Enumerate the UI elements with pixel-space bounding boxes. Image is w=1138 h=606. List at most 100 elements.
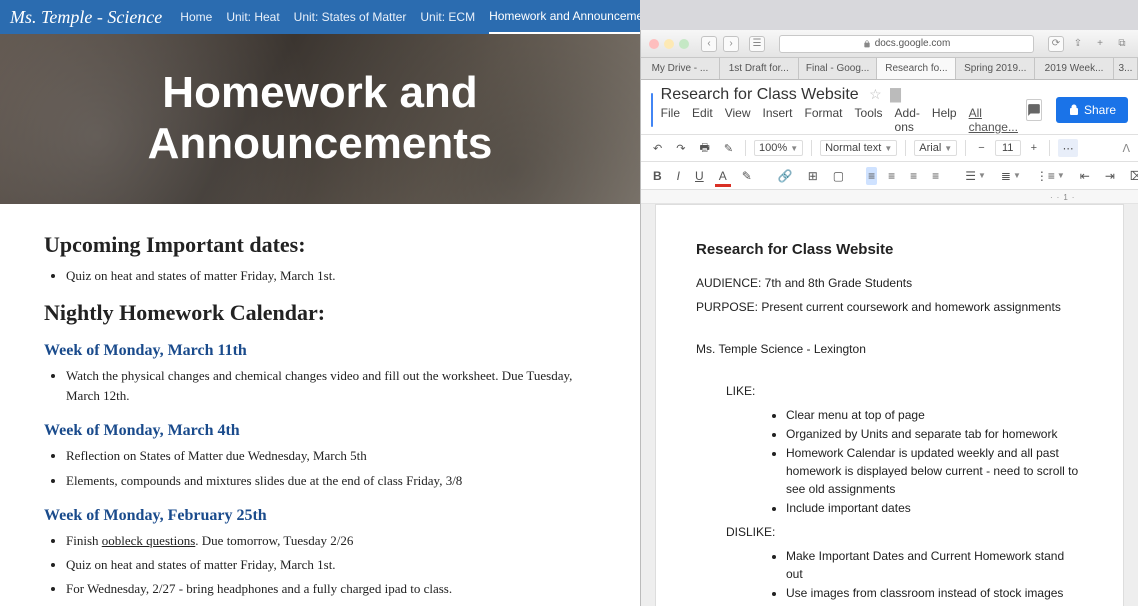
browser-tab[interactable]: My Drive - ... — [641, 58, 720, 79]
style-select[interactable]: Normal text▼ — [820, 140, 897, 156]
week-heading: Week of Monday, February 25th — [44, 507, 596, 525]
numbered-list-button[interactable]: ≣▼ — [997, 167, 1025, 185]
menu-edit[interactable]: Edit — [692, 106, 713, 134]
upcoming-heading: Upcoming Important dates: — [44, 232, 596, 258]
underline-button[interactable]: U — [691, 167, 708, 185]
nav-links: Home Unit: Heat Unit: States of Matter U… — [180, 0, 640, 35]
list-item: Elements, compounds and mixtures slides … — [66, 471, 596, 491]
new-tab-button[interactable]: + — [1092, 36, 1108, 52]
browser-tab[interactable]: 2019 Week... — [1035, 58, 1114, 79]
hero-title: Homework and Announcements — [0, 68, 640, 169]
forward-button[interactable]: › — [723, 36, 739, 52]
redo-button[interactable]: ↷ — [672, 140, 689, 157]
folder-icon[interactable]: ▇ — [890, 86, 901, 102]
page-canvas: Research for Class Website AUDIENCE: 7th… — [641, 204, 1138, 606]
nav-home[interactable]: Home — [180, 1, 212, 33]
align-center-button[interactable]: ≡ — [884, 167, 899, 185]
image-button[interactable]: ▢ — [829, 167, 848, 185]
print-button[interactable]: 🖶 — [695, 137, 713, 160]
doc-text: LIKE: — [726, 382, 1083, 400]
align-left-button[interactable]: ≡ — [866, 167, 877, 185]
document-page[interactable]: Research for Class Website AUDIENCE: 7th… — [655, 204, 1124, 606]
doc-list: Clear menu at top of page Organized by U… — [786, 406, 1083, 517]
browser-chrome: ‹ › ☰ docs.google.com ⟳ ⇪ + ⧉ — [641, 30, 1138, 58]
maximize-icon[interactable] — [679, 39, 689, 49]
doc-title[interactable]: Research for Class Website — [661, 86, 859, 103]
browser-tab[interactable]: Final - Goog... — [799, 58, 878, 79]
sidebar-button[interactable]: ☰ — [749, 36, 765, 52]
clear-format-button[interactable]: ⌧ — [1126, 167, 1138, 185]
indent-decrease-button[interactable]: ⇤ — [1076, 167, 1094, 185]
doc-heading: Research for Class Website — [696, 239, 1083, 262]
browser-tab[interactable]: 3... — [1114, 58, 1138, 79]
reload-button[interactable]: ⟳ — [1048, 36, 1064, 52]
list-item: Make Important Dates and Current Homewor… — [786, 547, 1083, 583]
size-increase[interactable]: + — [1027, 140, 1041, 156]
list-item: Use images from classroom instead of sto… — [786, 584, 1083, 602]
browser-window: ‹ › ☰ docs.google.com ⟳ ⇪ + ⧉ My Drive -… — [640, 30, 1138, 606]
browser-tab[interactable]: Spring 2019... — [956, 58, 1035, 79]
ruler-marks: ··1· — [1050, 190, 1120, 204]
star-icon[interactable]: ☆ — [869, 86, 882, 102]
list-item: Organized by Units and separate tab for … — [786, 425, 1083, 443]
menu-file[interactable]: File — [661, 106, 680, 134]
indent-increase-button[interactable]: ⇥ — [1101, 167, 1119, 185]
menu-format[interactable]: Format — [805, 106, 843, 134]
menu-help[interactable]: Help — [932, 106, 957, 134]
back-button[interactable]: ‹ — [701, 36, 717, 52]
size-decrease[interactable]: − — [974, 140, 988, 156]
highlight-button[interactable]: ✎ — [738, 167, 756, 185]
docs-menubar: File Edit View Insert Format Tools Add-o… — [661, 106, 1018, 134]
menu-addons[interactable]: Add-ons — [895, 106, 920, 134]
undo-button[interactable]: ↶ — [649, 140, 666, 157]
list-item: Watch the physical changes and chemical … — [66, 366, 596, 406]
comments-icon[interactable] — [1026, 99, 1042, 121]
docs-toolbar-1: ↶ ↷ 🖶 ✎ 100%▼ Normal text▼ Arial▼ − 11 +… — [641, 134, 1138, 162]
week-heading: Week of Monday, March 4th — [44, 422, 596, 440]
site-title[interactable]: Ms. Temple - Science — [10, 7, 162, 28]
line-spacing-button[interactable]: ☰▼ — [961, 167, 990, 185]
doc-text: PURPOSE: Present current coursework and … — [696, 298, 1083, 316]
text-color-button[interactable]: A — [715, 167, 731, 185]
italic-button[interactable]: I — [673, 167, 684, 185]
list-item: Quiz on heat and states of matter Friday… — [66, 555, 596, 575]
revision-link[interactable]: All change... — [969, 106, 1018, 134]
calendar-heading: Nightly Homework Calendar: — [44, 300, 596, 326]
lock-icon — [863, 40, 871, 48]
address-bar[interactable]: docs.google.com — [779, 35, 1034, 53]
docs-toolbar-2: B I U A ✎ 🔗 ⊞ ▢ ≡ ≡ ≡ ≡ ☰▼ ≣▼ ⋮≡▼ ⇤ ⇥ ⌧ — [641, 162, 1138, 190]
share-label: Share — [1084, 103, 1116, 117]
font-select[interactable]: Arial▼ — [914, 140, 957, 156]
nav-ecm[interactable]: Unit: ECM — [420, 1, 475, 33]
nav-states[interactable]: Unit: States of Matter — [294, 1, 407, 33]
more-button[interactable]: ⋯ — [1058, 139, 1078, 157]
browser-tab[interactable]: Research fo... — [877, 58, 956, 79]
menu-tools[interactable]: Tools — [855, 106, 883, 134]
docs-logo-icon[interactable] — [651, 93, 653, 127]
align-right-button[interactable]: ≡ — [906, 167, 921, 185]
paint-format-button[interactable]: ✎ — [720, 140, 737, 157]
week-list: Watch the physical changes and chemical … — [66, 366, 596, 406]
comment-button[interactable]: ⊞ — [804, 167, 822, 185]
window-controls — [649, 39, 689, 49]
doc-text: Ms. Temple Science - Lexington — [696, 340, 1083, 358]
collapse-toolbar-icon[interactable]: ᐱ — [1122, 142, 1130, 155]
align-justify-button[interactable]: ≡ — [928, 167, 943, 185]
link-button[interactable]: 🔗 — [774, 167, 797, 185]
nav-heat[interactable]: Unit: Heat — [226, 1, 279, 33]
doc-text: DISLIKE: — [726, 523, 1083, 541]
bold-button[interactable]: B — [649, 167, 666, 185]
share-button[interactable]: Share — [1056, 97, 1128, 123]
ruler[interactable]: ··1· — [641, 190, 1138, 204]
minimize-icon[interactable] — [664, 39, 674, 49]
menu-view[interactable]: View — [725, 106, 751, 134]
nav-homework[interactable]: Homework and Announceme... — [489, 0, 640, 35]
browser-tab[interactable]: 1st Draft for... — [720, 58, 799, 79]
close-icon[interactable] — [649, 39, 659, 49]
bulleted-list-button[interactable]: ⋮≡▼ — [1032, 167, 1069, 185]
share-button[interactable]: ⇪ — [1070, 36, 1086, 52]
menu-insert[interactable]: Insert — [763, 106, 793, 134]
tabs-button[interactable]: ⧉ — [1114, 36, 1130, 52]
zoom-select[interactable]: 100%▼ — [754, 140, 803, 156]
font-size-input[interactable]: 11 — [995, 140, 1021, 156]
